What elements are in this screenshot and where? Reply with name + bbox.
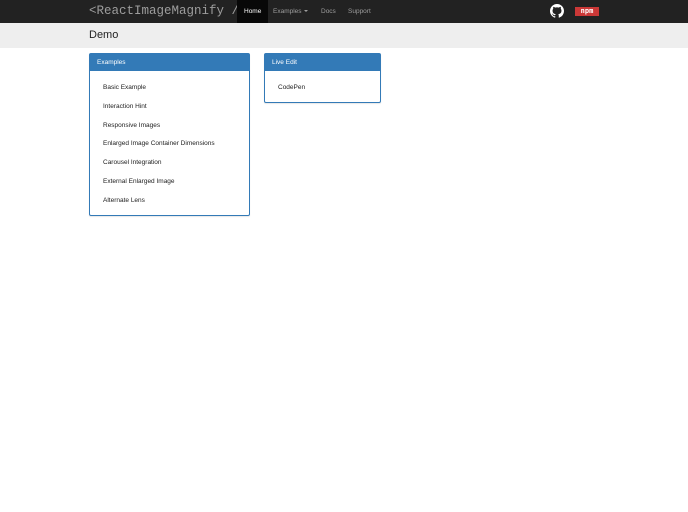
github-icon[interactable] <box>550 4 564 18</box>
live-edit-panel-title: Live Edit <box>265 54 380 71</box>
example-link-enlarged-dimensions[interactable]: Enlarged Image Container Dimensions <box>103 140 215 147</box>
navbar: <ReactImageMagnify /> Home Examples Docs… <box>0 0 688 23</box>
page-title: Demo <box>89 29 119 41</box>
example-link-alternate-lens[interactable]: Alternate Lens <box>103 197 145 204</box>
nav-support[interactable]: Support <box>341 0 378 23</box>
codepen-link[interactable]: CodePen <box>278 84 305 91</box>
example-link-basic[interactable]: Basic Example <box>103 84 146 91</box>
nav-examples-dropdown[interactable]: Examples <box>266 0 315 23</box>
page-header: Demo <box>0 23 688 48</box>
example-link-carousel[interactable]: Carousel Integration <box>103 159 162 166</box>
example-link-interaction-hint[interactable]: Interaction Hint <box>103 103 147 110</box>
live-edit-panel: Live Edit CodePen <box>264 53 381 103</box>
caret-down-icon <box>303 10 308 13</box>
brand-link[interactable]: <ReactImageMagnify /> <box>89 4 247 18</box>
npm-link[interactable]: npm <box>575 7 599 16</box>
example-link-responsive-images[interactable]: Responsive Images <box>103 122 160 129</box>
examples-panel-title: Examples <box>90 54 249 71</box>
example-link-external-enlarged[interactable]: External Enlarged Image <box>103 178 175 185</box>
examples-panel: Examples Basic Example Interaction Hint … <box>89 53 250 216</box>
nav-examples-label: Examples <box>273 8 302 15</box>
nav-docs[interactable]: Docs <box>314 0 343 23</box>
nav-home[interactable]: Home <box>237 0 269 23</box>
